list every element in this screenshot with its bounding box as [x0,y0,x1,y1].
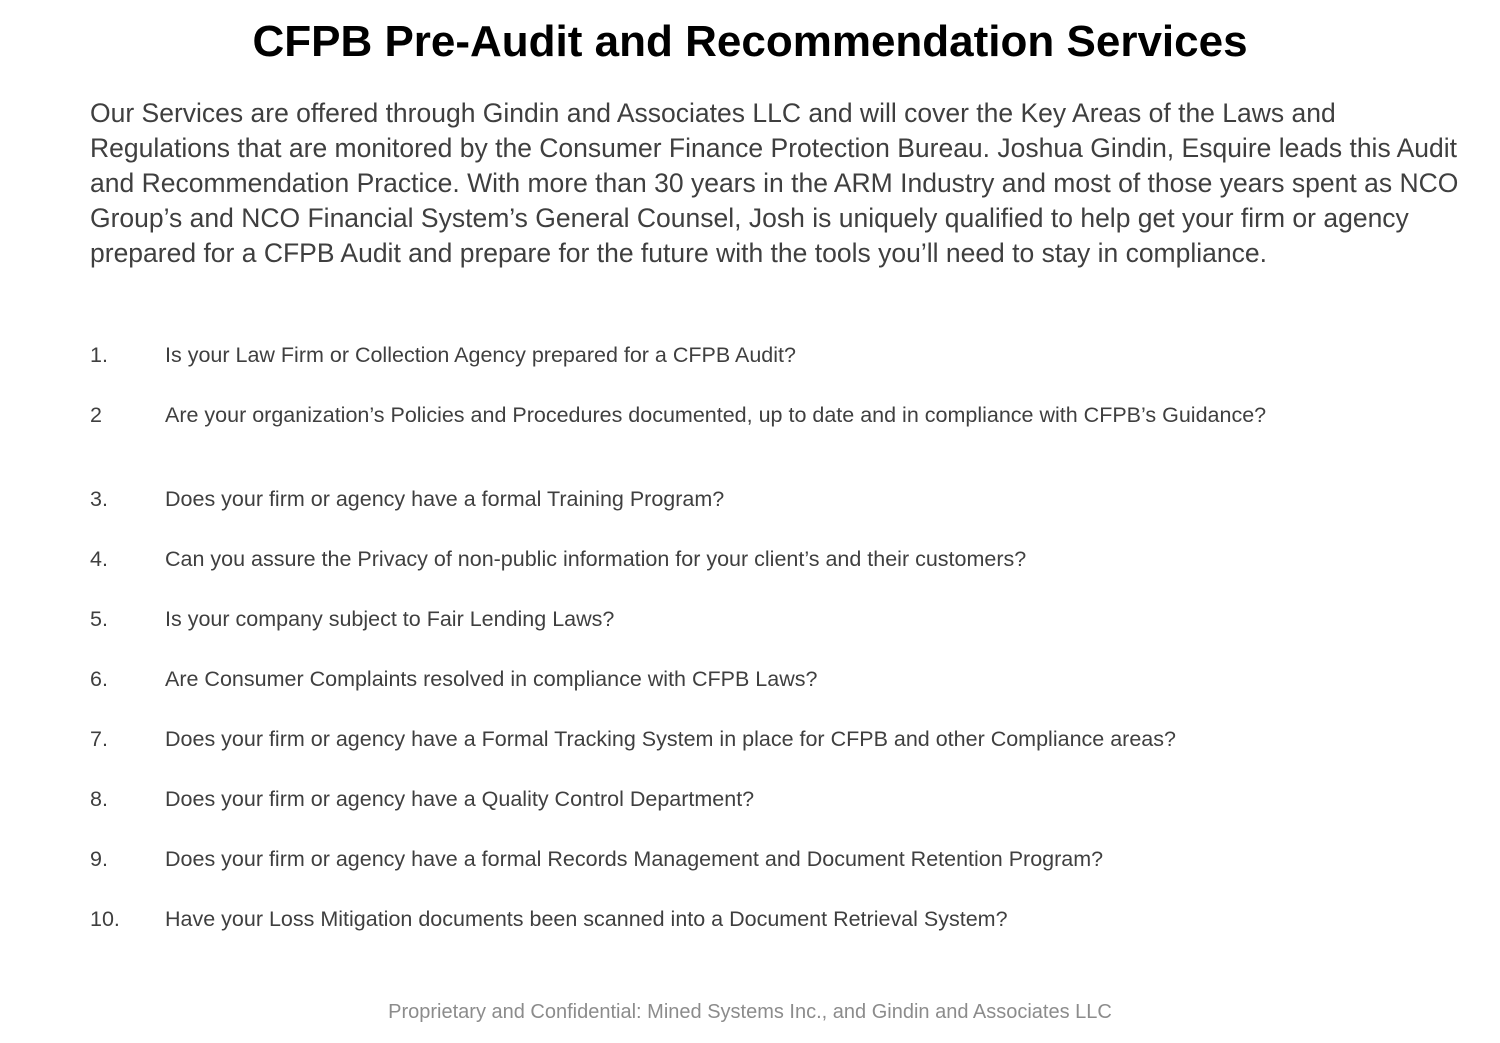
list-item-text: Does your firm or agency have a Formal T… [165,727,1176,751]
list-item-text: Does your firm or agency have a formal R… [165,847,1104,871]
list-item-number: 4. [90,547,108,571]
list-item-text: Is your company subject to Fair Lending … [165,607,615,631]
list-item-text: Are your organization’s Policies and Pro… [165,403,1267,427]
list-item-number: 1. [90,343,108,367]
intro-paragraph: Our Services are offered through Gindin … [90,98,1459,268]
list-item-number: 2 [90,403,102,427]
list-item-number: 7. [90,727,108,751]
footer-confidentiality-note: Proprietary and Confidential: Mined Syst… [388,1001,1112,1023]
list-item-number: 10. [90,907,120,931]
list-item-text: Have your Loss Mitigation documents been… [165,907,1008,931]
slide: CFPB Pre-Audit and Recommendation Servic… [0,0,1500,1043]
list-item-text: Does your firm or agency have a formal T… [165,487,725,511]
list-item-text: Does your firm or agency have a Quality … [165,787,755,811]
list-item-number: 3. [90,487,108,511]
list-item-number: 6. [90,667,108,691]
list-item-number: 8. [90,787,108,811]
list-item-number: 9. [90,847,108,871]
list-item-number: 5. [90,607,108,631]
list-item-text: Is your Law Firm or Collection Agency pr… [165,343,796,367]
list-item-text: Are Consumer Complaints resolved in comp… [165,667,818,691]
page-title: CFPB Pre-Audit and Recommendation Servic… [252,17,1248,66]
list-item-text: Can you assure the Privacy of non-public… [165,547,1027,571]
